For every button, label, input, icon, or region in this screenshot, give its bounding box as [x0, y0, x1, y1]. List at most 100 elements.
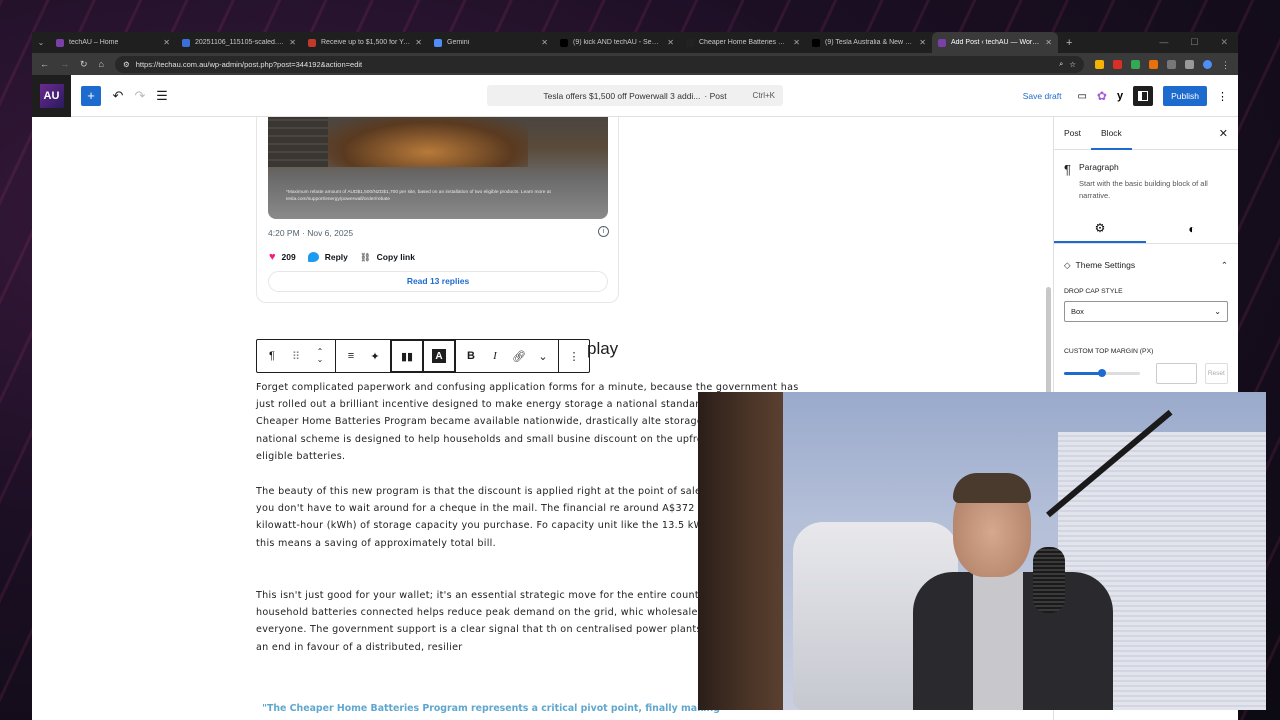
window-controls: — ☐ ✕: [1159, 37, 1238, 48]
tab-favicon: [56, 38, 64, 47]
extension-icon[interactable]: [1095, 59, 1104, 69]
top-margin-slider[interactable]: [1064, 369, 1140, 377]
tab-title: (9) kick AND techAU - Search /: [573, 39, 663, 46]
settings-gear-icon[interactable]: ⚙: [1054, 214, 1146, 243]
browser-menu-icon[interactable]: ⋮: [1221, 60, 1230, 70]
extension-icon[interactable]: [1113, 59, 1122, 69]
reply-bubble-icon: [307, 252, 319, 262]
block-inserter-button[interactable]: +: [81, 85, 101, 106]
eye-icon: ◇: [1064, 259, 1071, 270]
yoast-icon[interactable]: y: [1117, 90, 1123, 102]
publish-button[interactable]: Publish: [1163, 86, 1207, 106]
pull-quote[interactable]: "The Cheaper Home Batteries Program repr…: [256, 701, 726, 720]
minimize-icon[interactable]: —: [1159, 37, 1168, 48]
redo-icon[interactable]: ↷: [129, 85, 151, 107]
tab-block[interactable]: Block: [1091, 117, 1132, 150]
command-palette-bar[interactable]: Tesla offers $1,500 off Powerwall 3 addi…: [487, 85, 783, 106]
drop-cap-select[interactable]: Box ⌄: [1064, 301, 1228, 322]
tab-search-icon[interactable]: ⌄: [32, 38, 50, 47]
ai-sparkle-icon[interactable]: ✦: [364, 340, 386, 372]
chevron-down-icon: ⌄: [1214, 307, 1221, 316]
home-icon[interactable]: ⌂: [99, 59, 104, 69]
more-formats-chevron-icon[interactable]: ⌄: [532, 340, 554, 372]
forward-icon[interactable]: →: [60, 59, 69, 69]
tweet-embed[interactable]: *Maximum rebate amount of AUD$1,500/NZD$…: [256, 117, 619, 303]
tab-title: techAU – Home: [69, 39, 119, 46]
tweet-timestamp[interactable]: 4:20 PM · Nov 6, 2025: [268, 228, 353, 238]
back-icon[interactable]: ←: [40, 59, 49, 69]
document-overview-icon[interactable]: ☰: [151, 85, 173, 107]
plugin-icon[interactable]: ✿: [1097, 89, 1107, 103]
tab-title: Gemini: [447, 39, 470, 46]
browser-tab[interactable]: (9) kick AND techAU - Search / ✕: [554, 32, 680, 53]
drag-handle-icon[interactable]: ⠿: [285, 340, 307, 372]
tab-close-icon[interactable]: ✕: [793, 38, 800, 47]
extension-icon[interactable]: [1149, 59, 1158, 69]
browser-tab[interactable]: Add Post ‹ techAU — WordPre ✕: [932, 32, 1058, 53]
settings-sidebar-toggle[interactable]: [1133, 86, 1154, 106]
top-margin-input[interactable]: [1155, 363, 1197, 384]
bookmark-star-icon[interactable]: ☆: [1069, 60, 1076, 69]
browser-tab[interactable]: 20251106_115105-scaled.jpg (✕: [176, 32, 302, 53]
tab-close-icon[interactable]: ✕: [667, 38, 674, 47]
browser-tab[interactable]: techAU – Home ✕: [50, 32, 176, 53]
block-options-icon[interactable]: ⋮: [563, 340, 585, 372]
info-icon[interactable]: i: [598, 226, 609, 237]
reply-button[interactable]: Reply: [307, 252, 348, 262]
close-icon[interactable]: ✕: [1219, 127, 1228, 140]
paragraph-transform-icon[interactable]: ¶: [261, 340, 283, 372]
italic-icon[interactable]: I: [484, 340, 506, 372]
reset-button[interactable]: Reset: [1204, 363, 1228, 384]
drop-cap-label: DROP CAP STYLE: [1064, 288, 1123, 295]
text-style-icon[interactable]: A: [423, 340, 455, 372]
heading-text[interactable]: play: [587, 339, 618, 359]
editor-header: AU + ↶ ↷ ☰ Tesla offers $1,500 off Power…: [32, 74, 1238, 117]
link-icon[interactable]: 🔗︎: [508, 340, 530, 372]
undo-icon[interactable]: ↶: [107, 85, 129, 107]
tab-post[interactable]: Post: [1054, 117, 1091, 150]
maximize-icon[interactable]: ☐: [1190, 37, 1198, 48]
tab-close-icon[interactable]: ✕: [163, 38, 170, 47]
move-up-down-icon[interactable]: ⌃ ⌄: [309, 340, 331, 372]
theme-settings-panel-header[interactable]: ◇ Theme Settings ⌃: [1054, 248, 1238, 282]
options-menu-icon[interactable]: ⋮: [1217, 90, 1228, 103]
extension-icon[interactable]: [1131, 59, 1140, 69]
read-replies-button[interactable]: Read 13 replies: [268, 271, 608, 292]
tab-favicon: [812, 38, 820, 47]
tab-close-icon[interactable]: ✕: [289, 38, 296, 47]
tab-close-icon[interactable]: ✕: [919, 38, 926, 47]
tab-favicon: [434, 38, 442, 47]
tab-favicon: [686, 38, 694, 47]
preview-device-icon[interactable]: ▭: [1077, 91, 1086, 102]
url-bar[interactable]: ⚙ https://techau.com.au/wp-admin/post.ph…: [114, 55, 1084, 73]
tab-title: (9) Tesla Australia & New Zeala: [825, 39, 915, 46]
browser-tab[interactable]: Cheaper Home Batteries Progr ✕: [680, 32, 806, 53]
tweet-image: *Maximum rebate amount of AUD$1,500/NZD$…: [268, 117, 608, 219]
tab-title: Cheaper Home Batteries Progr: [699, 39, 789, 46]
save-draft-button[interactable]: Save draft: [1023, 91, 1062, 101]
browser-tab[interactable]: (9) Tesla Australia & New Zeala ✕: [806, 32, 932, 53]
new-tab-button[interactable]: +: [1058, 37, 1080, 49]
browser-tab[interactable]: Gemini ✕: [428, 32, 554, 53]
site-info-icon[interactable]: ⚙: [123, 60, 130, 69]
styles-contrast-icon[interactable]: ◐: [1146, 214, 1238, 243]
bookmarks-icon[interactable]: [1185, 59, 1194, 69]
tab-close-icon[interactable]: ✕: [541, 38, 548, 47]
tab-title: Add Post ‹ techAU — WordPre: [951, 39, 1041, 46]
tweet-image-note: *Maximum rebate amount of AUD$1,500/NZD$…: [286, 190, 551, 202]
align-icon[interactable]: ≡: [340, 340, 362, 372]
zoom-icon[interactable]: ⌕: [1059, 59, 1063, 69]
close-window-icon[interactable]: ✕: [1220, 37, 1228, 48]
reload-icon[interactable]: ↻: [80, 59, 88, 70]
copy-link-button[interactable]: ⛓ Copy link: [360, 252, 415, 263]
bold-icon[interactable]: B: [460, 340, 482, 372]
extensions-puzzle-icon[interactable]: [1167, 59, 1176, 69]
tab-close-icon[interactable]: ✕: [1045, 38, 1052, 47]
like-button[interactable]: ♥ 209: [269, 251, 296, 263]
columns-icon[interactable]: ▮▮: [391, 340, 423, 372]
site-logo[interactable]: AU: [32, 74, 71, 117]
profile-avatar[interactable]: [1203, 59, 1212, 69]
shortcut-hint: Ctrl+K: [752, 91, 775, 100]
tab-close-icon[interactable]: ✕: [415, 38, 422, 47]
browser-tab[interactable]: Receive up to $1,500 for Your F ✕: [302, 32, 428, 53]
